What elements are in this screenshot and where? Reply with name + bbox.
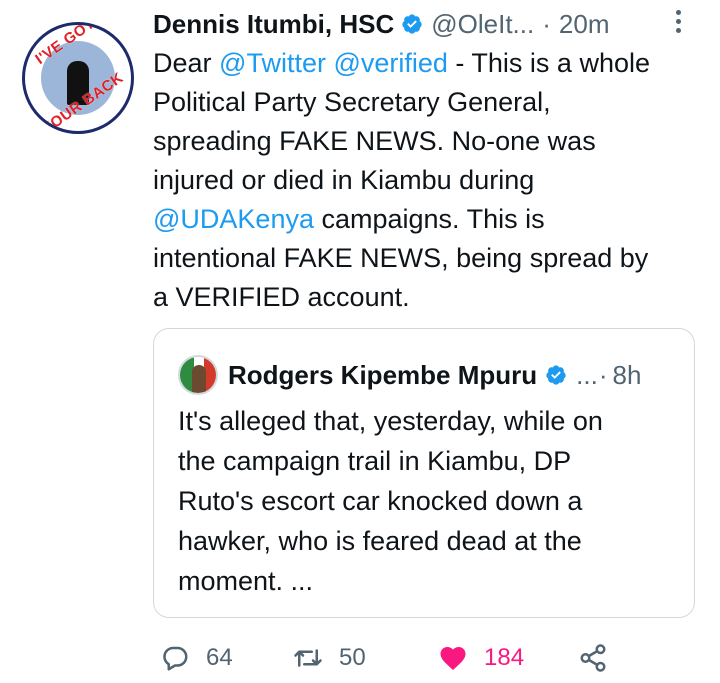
text-segment: campaigns. This is — [313, 204, 545, 234]
retweet-count: 50 — [339, 644, 366, 671]
quoted-line: the campaign trail in Kiambu, DP — [178, 446, 572, 476]
quoted-tweet[interactable]: Rodgers Kipembe Mpuru ... · 8h It's alle… — [153, 328, 695, 618]
text-segment: - This is a whole — [447, 48, 650, 78]
mention-twitter[interactable]: @Twitter — [219, 48, 326, 78]
avatar-flag-red — [204, 357, 216, 393]
reply-icon — [163, 646, 188, 671]
tweet-text: Dear @Twitter @verified - This is a whol… — [153, 44, 705, 317]
author-avatar[interactable]: I'VE GOT YOUR BACK — [22, 22, 134, 134]
quoted-author-avatar[interactable] — [178, 355, 218, 395]
like-button[interactable]: 184 — [438, 636, 524, 680]
heart-icon — [440, 647, 466, 670]
quoted-author-handle[interactable]: ... — [576, 360, 598, 391]
tweet-line: Political Party Secretary General, — [153, 87, 551, 117]
retweet-button[interactable]: 50 — [293, 636, 366, 680]
text-segment: Dear — [153, 48, 220, 78]
quoted-text: It's alleged that, yesterday, while on t… — [178, 401, 678, 601]
verified-badge-icon — [546, 365, 566, 385]
retweet-icon — [294, 649, 322, 667]
quoted-time[interactable]: 8h — [612, 360, 641, 391]
quoted-line: hawker, who is feared dead at the — [178, 526, 582, 556]
tweet-line: Dear @Twitter @verified - This is a whol… — [153, 44, 705, 83]
mention-verified[interactable]: @verified — [333, 48, 447, 78]
more-icon[interactable] — [676, 10, 682, 36]
mention-udakenya[interactable]: @UDAKenya — [153, 204, 314, 234]
avatar-person — [192, 365, 206, 393]
author-name[interactable]: Dennis Itumbi, HSC — [153, 9, 394, 40]
quoted-author-name[interactable]: Rodgers Kipembe Mpuru — [228, 360, 537, 391]
reply-button[interactable]: 64 — [160, 636, 233, 680]
like-count: 184 — [484, 644, 525, 671]
tweet-time[interactable]: 20m — [559, 9, 610, 40]
quoted-line: It's alleged that, yesterday, while on — [178, 406, 603, 436]
tweet-line: injured or died in Kiambu during — [153, 165, 535, 195]
tweet-line: intentional FAKE NEWS, being spread by — [153, 243, 649, 273]
tweet-line: spreading FAKE NEWS. No-one was — [153, 126, 596, 156]
share-button[interactable] — [578, 636, 608, 680]
share-icon — [580, 644, 606, 672]
reply-count: 64 — [206, 644, 233, 671]
quoted-line: Ruto's escort car knocked down a — [178, 486, 583, 516]
verified-badge-icon — [402, 14, 422, 34]
action-bar: 64 50 184 — [0, 636, 720, 680]
author-handle[interactable]: @OleIt... — [431, 9, 534, 40]
quoted-header: Rodgers Kipembe Mpuru ... · 8h — [228, 355, 641, 395]
separator-dot: · — [542, 8, 551, 39]
quoted-line: moment. ... — [178, 566, 314, 596]
tweet-line: a VERIFIED account. — [153, 282, 410, 312]
separator-dot: · — [598, 359, 608, 390]
tweet-header: Dennis Itumbi, HSC @OleIt... · 20m — [153, 4, 609, 44]
tweet-line: @UDAKenya campaigns. This is — [153, 200, 705, 239]
